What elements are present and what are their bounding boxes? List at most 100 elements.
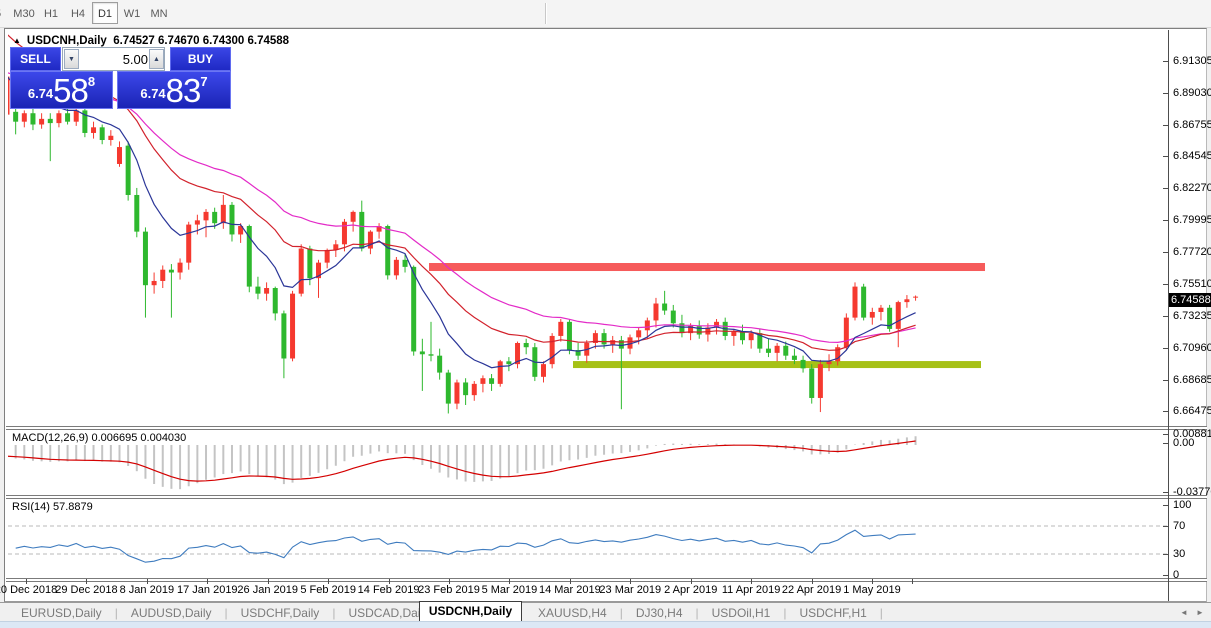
price-tick-mark <box>1163 93 1168 94</box>
macd-tick-mark <box>1163 443 1168 444</box>
volume-increase-button[interactable]: ▲ <box>149 49 164 69</box>
timeframe-button-m30[interactable]: M30 <box>11 2 37 24</box>
price-tick-label: 6.66475 <box>1173 405 1211 417</box>
candle-body <box>437 356 442 373</box>
candle-body <box>610 340 615 344</box>
candle-body <box>56 113 61 123</box>
buy-price-box[interactable]: 6.74837 <box>117 71 231 109</box>
sell-price-big: 58 <box>53 72 88 109</box>
price-tick-label: 6.70960 <box>1173 342 1211 354</box>
candle-body <box>775 346 780 353</box>
candle-body <box>558 322 563 336</box>
candle-body <box>368 232 373 249</box>
candle-body <box>420 351 425 354</box>
price-axis-line <box>1168 30 1169 601</box>
macd-tick-mark <box>1163 492 1168 493</box>
candle-body <box>65 113 70 121</box>
one-click-trading-panel: SELL ▼ ▲ BUY 6.74588 6.74837 <box>8 45 234 110</box>
volume-decrease-button[interactable]: ▼ <box>64 49 79 69</box>
tab-xauusd-h4[interactable]: XAUUSD,H4 <box>525 606 620 620</box>
candle-body <box>264 288 269 294</box>
tab-separator: | <box>880 606 883 620</box>
date-axis-label: 11 Apr 2019 <box>722 584 781 596</box>
date-tick-mark <box>751 579 752 584</box>
timeframe-button-w1[interactable]: W1 <box>119 2 145 24</box>
tab-dj30-h4[interactable]: DJ30,H4 <box>623 606 696 620</box>
sell-button[interactable]: SELL <box>10 47 61 71</box>
tab-usdchf-h1[interactable]: USDCHF,H1 <box>786 606 879 620</box>
candle-body <box>740 332 745 340</box>
rsi-line <box>16 530 916 562</box>
candle-body <box>255 287 260 294</box>
candle-body <box>204 212 209 220</box>
rsi-tick-mark <box>1163 526 1168 527</box>
tab-scroll-left-icon[interactable]: ◄ <box>1180 608 1188 617</box>
volume-input[interactable] <box>80 49 151 69</box>
candle-body <box>13 112 18 122</box>
date-tick-mark <box>630 579 631 584</box>
rsi-panel-separator[interactable] <box>6 495 1207 499</box>
price-tick-mark <box>1163 284 1168 285</box>
price-tick-mark <box>1163 220 1168 221</box>
tab-audusd-daily[interactable]: AUDUSD,Daily <box>118 606 225 620</box>
date-axis-label: 17 Jan 2019 <box>177 584 238 596</box>
price-tick-label: 6.84545 <box>1173 150 1211 162</box>
tab-scroll-right-icon[interactable]: ► <box>1196 608 1204 617</box>
date-tick-mark <box>86 579 87 584</box>
candle-body <box>904 299 909 302</box>
candle-body <box>506 361 511 364</box>
date-tick-mark <box>691 579 692 584</box>
date-axis-label: 23 Mar 2019 <box>599 584 661 596</box>
candle-body <box>852 287 857 318</box>
rsi-tick-mark <box>1163 575 1168 576</box>
buy-button[interactable]: BUY <box>170 47 231 71</box>
timeframe-button-d1[interactable]: D1 <box>92 2 118 24</box>
tab-usdcnh-daily-active[interactable]: USDCNH,Daily <box>419 601 522 621</box>
timeframe-button-mn[interactable]: MN <box>146 2 172 24</box>
candle-body <box>913 297 918 298</box>
candle-body <box>117 147 122 164</box>
support-line[interactable] <box>573 361 981 368</box>
chart-tabs-left: EURUSD,Daily|AUDUSD,Daily|USDCHF,Daily|U… <box>8 603 442 622</box>
candle-body <box>878 308 883 312</box>
candle-body <box>385 226 390 275</box>
date-axis-label: 14 Feb 2019 <box>358 584 420 596</box>
rsi-label: RSI(14) 57.8879 <box>12 501 93 513</box>
date-tick-mark <box>207 579 208 584</box>
sell-price-sup: 8 <box>88 74 95 89</box>
tab-usdchf-daily[interactable]: USDCHF,Daily <box>228 606 333 620</box>
price-tick-label: 6.68685 <box>1173 374 1211 386</box>
tab-eurusd-daily[interactable]: EURUSD,Daily <box>8 606 115 620</box>
timeframe-button-h4[interactable]: H4 <box>65 2 91 24</box>
timeframe-button-h1[interactable]: H1 <box>38 2 64 24</box>
date-tick-mark <box>812 579 813 584</box>
date-axis-label: 8 Jan 2019 <box>120 584 174 596</box>
candle-body <box>653 304 658 321</box>
volume-spinner: ▼ ▲ <box>62 47 165 71</box>
date-tick-mark <box>570 579 571 584</box>
resistance-line[interactable] <box>429 263 985 271</box>
timeframe-button-5[interactable]: 5 <box>0 2 11 24</box>
sell-price-box[interactable]: 6.74588 <box>10 71 113 109</box>
candle-body <box>749 333 754 340</box>
macd-signal-line <box>8 441 916 481</box>
price-tick-label: 6.75510 <box>1173 278 1211 290</box>
chart-tabs-bar: EURUSD,Daily|AUDUSD,Daily|USDCHF,Daily|U… <box>0 602 1211 622</box>
candle-body <box>221 205 226 223</box>
candle-body <box>212 212 217 223</box>
candle-body <box>827 361 832 364</box>
candle-body <box>307 249 312 279</box>
candle-body <box>134 195 139 232</box>
chart-tabs-right: XAUUSD,H4|DJ30,H4|USDOil,H1|USDCHF,H1| <box>525 603 883 622</box>
rsi-indicator-canvas[interactable] <box>8 499 1168 578</box>
collapse-panel-icon[interactable]: ▲ <box>13 36 21 45</box>
ma-slow-line <box>8 73 916 343</box>
tab-usdoil-h1[interactable]: USDOil,H1 <box>699 606 784 620</box>
current-price-tag: 6.74588 <box>1169 293 1211 307</box>
candle-body <box>186 225 191 263</box>
macd-panel-separator[interactable] <box>6 426 1207 430</box>
candle-body <box>818 364 823 398</box>
rsi-tick-label: 100 <box>1173 499 1191 511</box>
candle-body <box>91 127 96 133</box>
price-tick-mark <box>1163 380 1168 381</box>
